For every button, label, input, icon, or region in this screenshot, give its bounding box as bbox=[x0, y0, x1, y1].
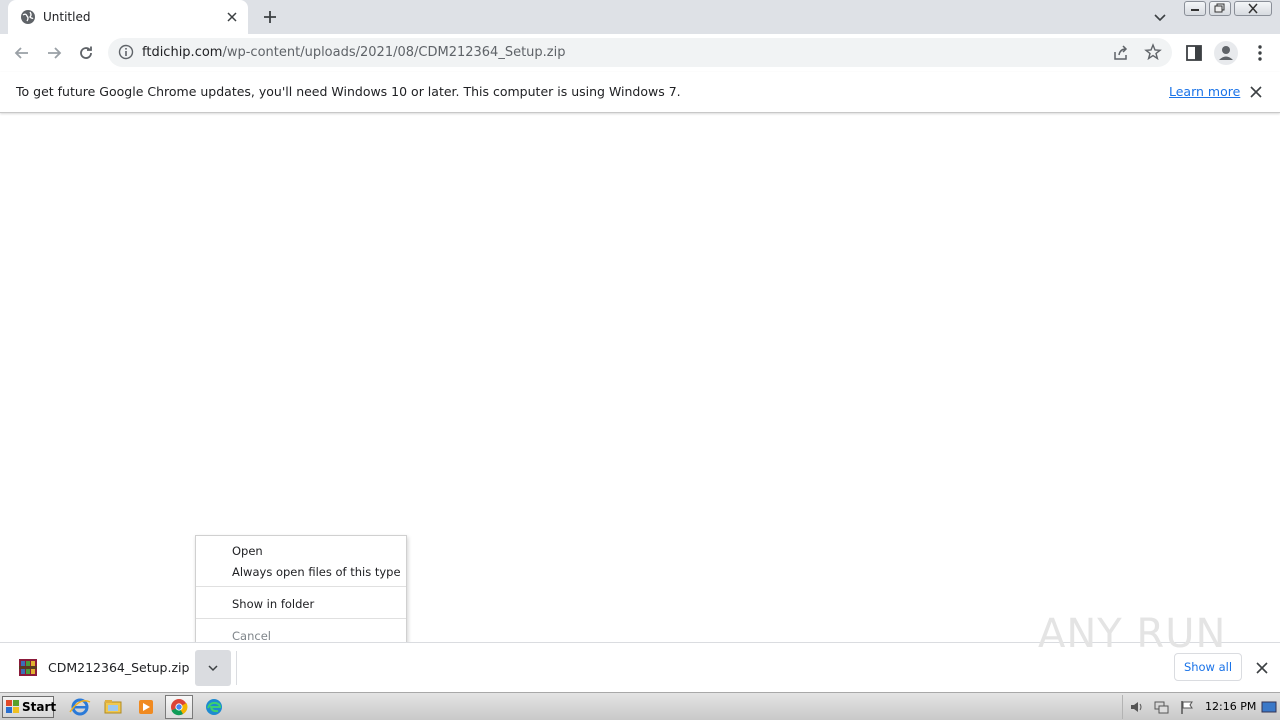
download-shelf: CDM212364_Setup.zip ANY RUN Show all bbox=[0, 611, 1280, 693]
windows-logo-icon bbox=[6, 700, 19, 713]
volume-icon[interactable] bbox=[1129, 699, 1145, 715]
url-text[interactable]: ftdichip.com/wp-content/uploads/2021/08/… bbox=[142, 45, 565, 60]
kebab-menu-icon[interactable] bbox=[1250, 43, 1270, 63]
learn-more-link[interactable]: Learn more bbox=[1169, 84, 1240, 99]
new-tab-icon[interactable] bbox=[261, 8, 279, 26]
chevron-down-icon bbox=[208, 665, 218, 672]
window-close-button[interactable] bbox=[1234, 1, 1272, 16]
anyrun-watermark: ANY RUN bbox=[1038, 611, 1227, 657]
minimize-icon bbox=[1191, 9, 1199, 11]
taskbar-app-ie[interactable] bbox=[66, 695, 94, 719]
taskbar-app-media-player[interactable] bbox=[132, 695, 160, 719]
tab-untitled[interactable]: Untitled bbox=[8, 0, 248, 34]
menu-item-cancel[interactable]: Cancel bbox=[232, 629, 271, 643]
menu-divider bbox=[196, 618, 406, 619]
restore-icon bbox=[1214, 3, 1225, 13]
explorer-icon bbox=[104, 700, 122, 714]
taskbar-app-chrome[interactable] bbox=[165, 695, 193, 719]
menu-divider bbox=[196, 586, 406, 587]
shelf-divider bbox=[236, 651, 237, 685]
close-icon bbox=[1248, 3, 1258, 14]
chrome-icon bbox=[171, 699, 188, 716]
minimize-button[interactable] bbox=[1184, 1, 1206, 16]
action-center-flag-icon[interactable] bbox=[1179, 699, 1195, 715]
ie-icon bbox=[69, 698, 91, 716]
reload-icon[interactable] bbox=[76, 43, 96, 63]
share-icon[interactable] bbox=[1112, 44, 1130, 62]
address-bar[interactable]: ftdichip.com/wp-content/uploads/2021/08/… bbox=[108, 38, 1172, 67]
profile-avatar[interactable] bbox=[1214, 41, 1238, 65]
tab-strip: Untitled bbox=[0, 0, 1280, 34]
forward-arrow-icon[interactable] bbox=[44, 43, 64, 63]
bookmark-star-icon[interactable] bbox=[1144, 43, 1162, 61]
person-icon bbox=[1219, 46, 1233, 60]
chevron-down-icon[interactable] bbox=[1152, 9, 1168, 25]
globe-icon bbox=[21, 10, 35, 24]
infobar-message: To get future Google Chrome updates, you… bbox=[16, 84, 681, 99]
close-icon[interactable] bbox=[1254, 660, 1270, 676]
taskbar-app-edge[interactable] bbox=[200, 695, 228, 719]
show-desktop-icon[interactable] bbox=[1261, 699, 1277, 715]
network-icon[interactable] bbox=[1153, 699, 1169, 715]
menu-item-always-open[interactable]: Always open files of this type bbox=[232, 565, 401, 579]
tab-close-icon[interactable] bbox=[224, 9, 240, 25]
start-button[interactable]: Start bbox=[2, 696, 57, 718]
show-all-button[interactable]: Show all bbox=[1174, 653, 1242, 681]
browser-toolbar: ftdichip.com/wp-content/uploads/2021/08/… bbox=[0, 34, 1280, 73]
zip-archive-icon bbox=[19, 659, 37, 676]
download-menu-button[interactable] bbox=[195, 650, 231, 686]
url-host: ftdichip.com bbox=[142, 45, 223, 60]
url-path: /wp-content/uploads/2021/08/CDM212364_Se… bbox=[222, 45, 566, 60]
media-player-icon bbox=[139, 700, 153, 714]
restore-button[interactable] bbox=[1209, 1, 1231, 16]
download-filename[interactable]: CDM212364_Setup.zip bbox=[48, 660, 189, 675]
start-label: Start bbox=[22, 700, 57, 714]
tab-title: Untitled bbox=[43, 10, 91, 24]
menu-item-open[interactable]: Open bbox=[232, 544, 263, 558]
info-icon[interactable] bbox=[118, 44, 134, 60]
edge-icon bbox=[206, 699, 222, 715]
close-icon[interactable] bbox=[1248, 84, 1264, 100]
side-panel-icon[interactable] bbox=[1184, 43, 1204, 63]
taskbar-app-explorer[interactable] bbox=[99, 695, 127, 719]
back-arrow-icon[interactable] bbox=[12, 43, 32, 63]
update-infobar: To get future Google Chrome updates, you… bbox=[0, 72, 1280, 113]
taskbar-clock[interactable]: 12:16 PM bbox=[1205, 700, 1256, 713]
menu-item-show-in-folder[interactable]: Show in folder bbox=[232, 597, 314, 611]
windows-taskbar: Start 12:16 PM bbox=[0, 692, 1280, 720]
download-context-menu: Open Always open files of this type Show… bbox=[195, 535, 407, 648]
